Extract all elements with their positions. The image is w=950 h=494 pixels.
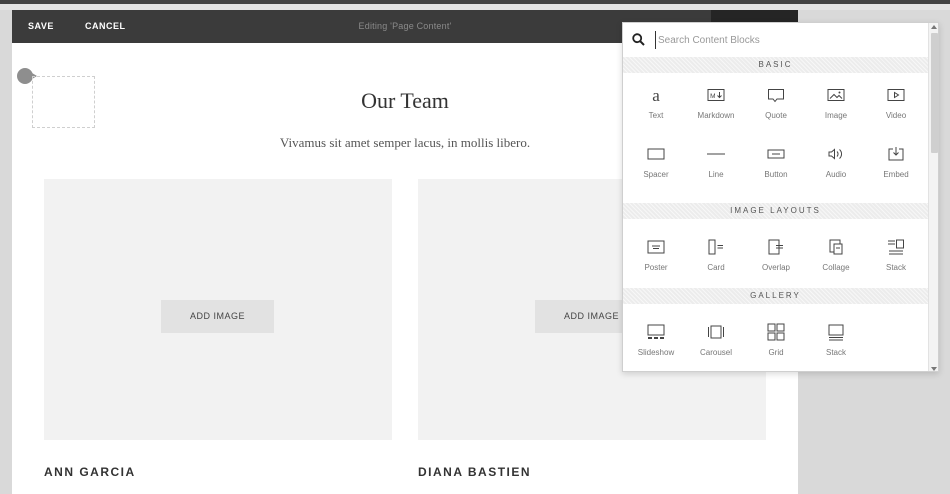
block-poster[interactable]: Poster bbox=[626, 229, 686, 279]
drag-handle[interactable] bbox=[17, 68, 37, 84]
block-audio[interactable]: Audio bbox=[806, 136, 866, 186]
block-stack[interactable]: Stack bbox=[866, 229, 926, 279]
stack-icon bbox=[888, 239, 904, 255]
block-markdown[interactable]: M Markdown bbox=[686, 77, 746, 127]
browser-top-strip bbox=[0, 0, 950, 10]
section-header-image-layouts: IMAGE LAYOUTS bbox=[623, 203, 928, 219]
block-search-row bbox=[623, 23, 928, 56]
card-icon bbox=[708, 239, 723, 255]
member-name[interactable]: DIANA BASTIEN bbox=[418, 465, 766, 479]
svg-text:a: a bbox=[652, 86, 660, 104]
editing-title: Editing 'Page Content' bbox=[358, 21, 452, 31]
spacer-icon bbox=[647, 148, 665, 160]
block-button[interactable]: Button bbox=[746, 136, 806, 186]
scroll-down-arrow-icon[interactable] bbox=[931, 367, 937, 371]
block-slideshow[interactable]: Slideshow bbox=[626, 314, 686, 364]
section-header-basic: BASIC bbox=[623, 57, 928, 73]
scroll-thumb[interactable] bbox=[931, 33, 938, 153]
block-line[interactable]: Line bbox=[686, 136, 746, 186]
content-block-picker: BASIC a Text M Markdown Quote Image Vide… bbox=[622, 22, 939, 372]
image-icon bbox=[827, 89, 845, 101]
block-grid[interactable]: Grid bbox=[746, 314, 806, 364]
save-button[interactable]: SAVE bbox=[28, 10, 54, 43]
audio-icon bbox=[828, 148, 842, 160]
gallery-stack-icon bbox=[828, 324, 844, 341]
scroll-up-arrow-icon[interactable] bbox=[931, 25, 937, 29]
block-gallery-stack[interactable]: Stack bbox=[806, 314, 866, 364]
search-icon bbox=[632, 33, 645, 46]
member-name[interactable]: ANN GARCIA bbox=[44, 465, 392, 479]
block-embed[interactable]: Embed bbox=[866, 136, 926, 186]
block-image[interactable]: Image bbox=[806, 77, 866, 127]
block-text[interactable]: a Text bbox=[626, 77, 686, 127]
video-icon bbox=[887, 89, 905, 101]
slideshow-icon bbox=[647, 324, 665, 339]
line-icon bbox=[707, 153, 725, 155]
team-member-card: ADD IMAGE ANN GARCIA bbox=[44, 179, 392, 479]
section-header-gallery: GALLERY bbox=[623, 288, 928, 304]
button-icon bbox=[767, 149, 785, 159]
text-icon: a bbox=[652, 86, 660, 104]
embed-icon bbox=[888, 147, 904, 161]
poster-icon bbox=[647, 240, 665, 254]
block-carousel[interactable]: Carousel bbox=[686, 314, 746, 364]
block-overlap[interactable]: Overlap bbox=[746, 229, 806, 279]
block-card[interactable]: Card bbox=[686, 229, 746, 279]
block-collage[interactable]: Collage bbox=[806, 229, 866, 279]
collage-icon bbox=[829, 239, 843, 255]
grid-icon bbox=[767, 323, 785, 341]
overlap-icon bbox=[768, 239, 783, 255]
cancel-button[interactable]: CANCEL bbox=[85, 10, 126, 43]
block-spacer[interactable]: Spacer bbox=[626, 136, 686, 186]
quote-icon bbox=[768, 89, 784, 103]
block-video[interactable]: Video bbox=[866, 77, 926, 127]
carousel-icon bbox=[708, 325, 724, 339]
block-quote[interactable]: Quote bbox=[746, 77, 806, 127]
block-search-input[interactable] bbox=[655, 31, 915, 49]
svg-text:M: M bbox=[710, 93, 715, 100]
picker-scrollbar[interactable] bbox=[928, 23, 938, 371]
image-placeholder[interactable]: ADD IMAGE bbox=[44, 179, 392, 440]
markdown-icon: M bbox=[707, 89, 725, 101]
add-image-button[interactable]: ADD IMAGE bbox=[161, 300, 274, 333]
